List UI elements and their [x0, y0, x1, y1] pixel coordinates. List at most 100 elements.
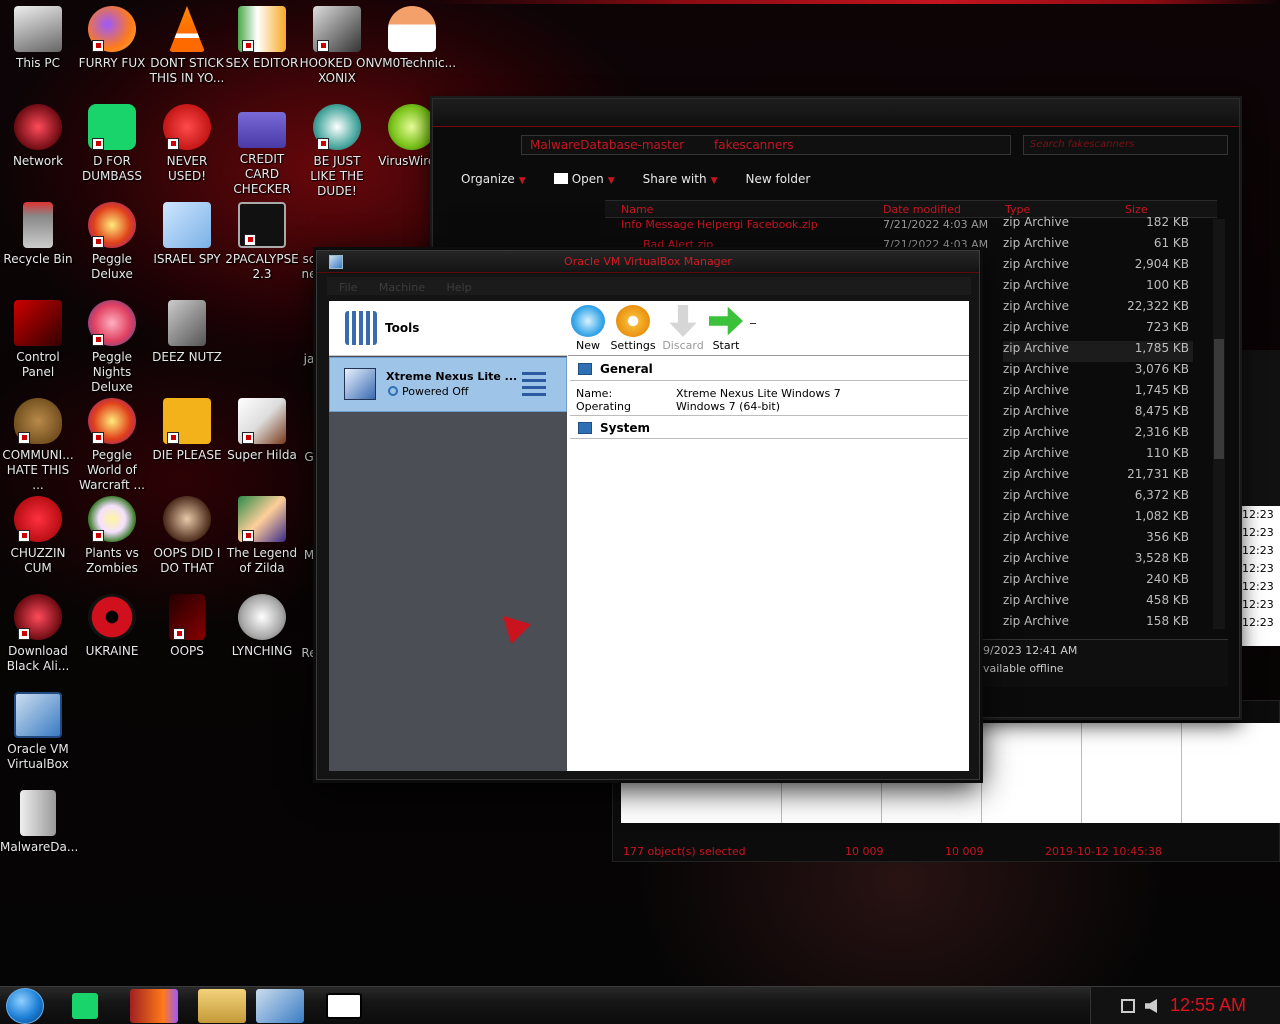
vm-menu-icon[interactable] [522, 372, 546, 396]
table-row[interactable]: zip Archive 8,475 KB [1003, 404, 1193, 425]
table-row[interactable]: zip Archive 22,322 KB [1003, 299, 1193, 320]
table-row[interactable]: zip Archive 61 KB [1003, 236, 1193, 257]
desktop-icon-credit-card[interactable]: CREDIT CARD CHECKER [224, 104, 300, 197]
desktop-icon-vm0technic[interactable]: VM0Technic... [374, 6, 456, 71]
credit-card-icon [238, 112, 286, 148]
desktop-icon-malwareda[interactable]: MalwareDa... [0, 790, 78, 855]
system-section-header[interactable]: System [570, 415, 968, 439]
taskbar-firefox-icon[interactable] [130, 989, 178, 1023]
taskbar-explorer-icon[interactable] [198, 989, 246, 1023]
table-row[interactable]: zip Archive 1,785 KB [1003, 341, 1193, 362]
right-background-window[interactable]: 12:23 12:23 12:23 12:23 12:23 12:23 12:2… [1240, 350, 1280, 646]
cell-type: zip Archive [1003, 236, 1069, 250]
cell-type: zip Archive [1003, 215, 1069, 229]
table-row[interactable]: zip Archive 356 KB [1003, 530, 1193, 551]
desktop-icon-furry-fux[interactable]: FURRY FUX [74, 6, 150, 71]
desktop-icon-ukraine[interactable]: UKRAINE [74, 594, 150, 659]
open-button[interactable]: Open ▼ [540, 169, 629, 191]
start-button[interactable]: Start [706, 305, 746, 352]
taskbar-7zip-icon[interactable] [326, 993, 362, 1019]
start-dropdown-icon[interactable] [750, 323, 756, 324]
new-folder-button[interactable]: New folder [732, 169, 825, 191]
desktop-icon-2pacalypse[interactable]: 2PACALYPSE 2.3 [224, 202, 300, 282]
breadcrumb-malwaredatabase[interactable]: MalwareDatabase-master [530, 138, 684, 152]
table-row[interactable]: zip Archive 6,372 KB [1003, 488, 1193, 509]
menu-help[interactable]: Help [446, 281, 471, 294]
explorer-titlebar[interactable] [433, 99, 1239, 127]
table-row[interactable]: zip Archive 182 KB [1003, 215, 1193, 236]
desktop-icon-this-pc[interactable]: This PC [0, 6, 76, 71]
desktop-icon-die-please[interactable]: DIE PLEASE [149, 398, 225, 463]
network-tray-icon[interactable] [1121, 999, 1135, 1013]
desktop-icon-deez-nutz[interactable]: DEEZ NUTZ [149, 300, 225, 365]
desktop-icon-network[interactable]: Network [0, 104, 76, 169]
lime-icon [388, 104, 436, 150]
table-row[interactable]: zip Archive 21,731 KB [1003, 467, 1193, 488]
desktop-icon-peggle-nights[interactable]: Peggle Nights Deluxe [74, 300, 150, 395]
cell-size: 458 KB [1146, 593, 1189, 607]
file-row-partial[interactable]: Info Message Helpergi Facebook.zip [621, 218, 818, 231]
desktop-icon-peggle-deluxe[interactable]: Peggle Deluxe [74, 202, 150, 282]
desktop-icon-control-panel[interactable]: Control Panel [0, 300, 76, 380]
tools-item[interactable]: Tools [329, 301, 567, 356]
search-input[interactable]: Search fakescanners [1023, 135, 1228, 155]
status-a: 10 009 [845, 845, 884, 858]
new-button[interactable]: New [570, 305, 606, 352]
vm-item-xtreme-nexus[interactable]: Xtreme Nexus Lite ... Powered Off [329, 357, 567, 412]
desktop-icon-recycle-bin[interactable]: Recycle Bin [0, 202, 76, 267]
col-name[interactable]: Name [621, 203, 653, 216]
discard-button[interactable]: Discard [662, 305, 704, 352]
address-bar[interactable]: MalwareDatabase-master fakescanners [521, 135, 1011, 155]
table-row[interactable]: zip Archive 3,076 KB [1003, 362, 1193, 383]
desktop-icon-israel-spy[interactable]: ISRAEL SPY [149, 202, 225, 267]
desktop-icon-legend-of-zilda[interactable]: The Legend of Zilda [224, 496, 300, 576]
table-row[interactable]: zip Archive 100 KB [1003, 278, 1193, 299]
taskbar-virtualbox-icon[interactable] [256, 989, 304, 1023]
vbox-titlebar[interactable]: Oracle VM VirtualBox Manager [317, 251, 979, 273]
desktop-icon-sex-editor[interactable]: SEX EDITOR [224, 6, 300, 71]
desktop-icon-oops-did-i[interactable]: OOPS DID I DO THAT [149, 496, 225, 576]
desktop-icon-virtualbox[interactable]: Oracle VM VirtualBox [0, 692, 76, 772]
breadcrumb-fakescanners[interactable]: fakescanners [714, 138, 793, 152]
desktop-icon-communi[interactable]: COMMUNI... HATE THIS ... [0, 398, 76, 493]
desktop-icon-plants-vs-zombies[interactable]: Plants vs Zombies [74, 496, 150, 576]
desktop-icon-be-just-like[interactable]: BE JUST LIKE THE DUDE! [299, 104, 375, 199]
table-row[interactable]: zip Archive 240 KB [1003, 572, 1193, 593]
taskbar-clock[interactable]: 12:55 AM [1170, 995, 1246, 1016]
volume-tray-icon[interactable] [1145, 999, 1157, 1013]
desktop-icon-super-hilda[interactable]: Super Hilda [224, 398, 300, 463]
desktop-icon-lynching[interactable]: LYNCHING [224, 594, 300, 659]
cell-size: 240 KB [1146, 572, 1189, 586]
general-section-header[interactable]: General [570, 357, 968, 381]
desktop-icon-download-black[interactable]: Download Black Ali... [0, 594, 76, 674]
desktop-icon-never-used[interactable]: NEVER USED! [149, 104, 225, 184]
table-row[interactable]: zip Archive 723 KB [1003, 320, 1193, 341]
table-row[interactable]: zip Archive 110 KB [1003, 446, 1193, 467]
desktop-icon-hooked-on-xonix[interactable]: HOOKED ON XONIX [299, 6, 375, 86]
desktop-icon-dont-stick[interactable]: DONT STICK THIS IN YO... [149, 6, 225, 86]
cell-type: zip Archive [1003, 572, 1069, 586]
settings-button[interactable]: Settings [610, 305, 656, 352]
start-button[interactable] [6, 988, 44, 1024]
desktop-icon-peggle-wow[interactable]: Peggle World of Warcraft ... [74, 398, 150, 493]
organize-button[interactable]: Organize ▼ [447, 169, 540, 191]
table-row[interactable]: zip Archive 2,316 KB [1003, 425, 1193, 446]
menu-file[interactable]: File [339, 281, 357, 294]
vertical-scrollbar[interactable] [1213, 219, 1225, 629]
virtualbox-manager-window[interactable]: Oracle VM VirtualBox Manager File Machin… [316, 250, 980, 780]
menu-machine[interactable]: Machine [379, 281, 425, 294]
desktop-icon-chuzzin[interactable]: CHUZZIN CUM [0, 496, 76, 576]
vbox-action-toolbar: New Settings Discard Start [568, 301, 969, 356]
desktop-icon-oops[interactable]: OOPS [149, 594, 225, 659]
taskbar-chat-icon[interactable] [72, 993, 98, 1019]
table-row[interactable]: zip Archive 3,528 KB [1003, 551, 1193, 572]
table-row[interactable]: zip Archive 458 KB [1003, 593, 1193, 614]
pixel-character-icon [238, 398, 286, 444]
col-date-modified[interactable]: Date modified [883, 203, 961, 216]
desktop-icon-d-for-dumbass[interactable]: D FOR DUMBASS [74, 104, 150, 184]
table-row[interactable]: zip Archive 2,904 KB [1003, 257, 1193, 278]
table-row[interactable]: zip Archive 158 KB [1003, 614, 1193, 635]
table-row[interactable]: zip Archive 1,745 KB [1003, 383, 1193, 404]
table-row[interactable]: zip Archive 1,082 KB [1003, 509, 1193, 530]
share-with-button[interactable]: Share with ▼ [629, 169, 732, 191]
